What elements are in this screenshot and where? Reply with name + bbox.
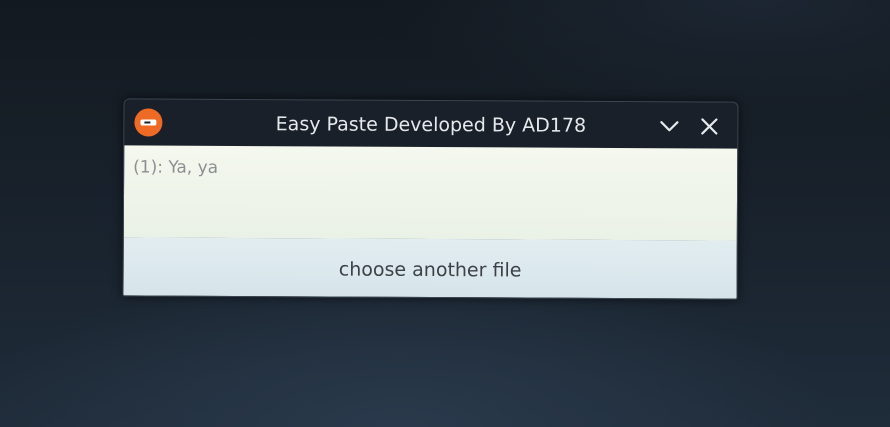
usb-drive-icon <box>134 108 163 137</box>
paste-content-area[interactable]: (1): Ya, ya <box>123 145 738 242</box>
choose-another-file-button[interactable]: choose another file <box>123 237 737 299</box>
easy-paste-window: Easy Paste Developed By AD178 (1): Ya, y… <box>122 98 739 300</box>
paste-content-text: (1): Ya, ya <box>133 157 219 178</box>
choose-another-file-label: choose another file <box>338 258 522 282</box>
minimize-button[interactable] <box>657 114 681 138</box>
title-bar[interactable]: Easy Paste Developed By AD178 <box>124 99 738 149</box>
chevron-down-icon <box>660 121 679 132</box>
window-title: Easy Paste Developed By AD178 <box>275 113 587 137</box>
close-button[interactable] <box>697 114 721 138</box>
close-icon <box>701 118 718 135</box>
